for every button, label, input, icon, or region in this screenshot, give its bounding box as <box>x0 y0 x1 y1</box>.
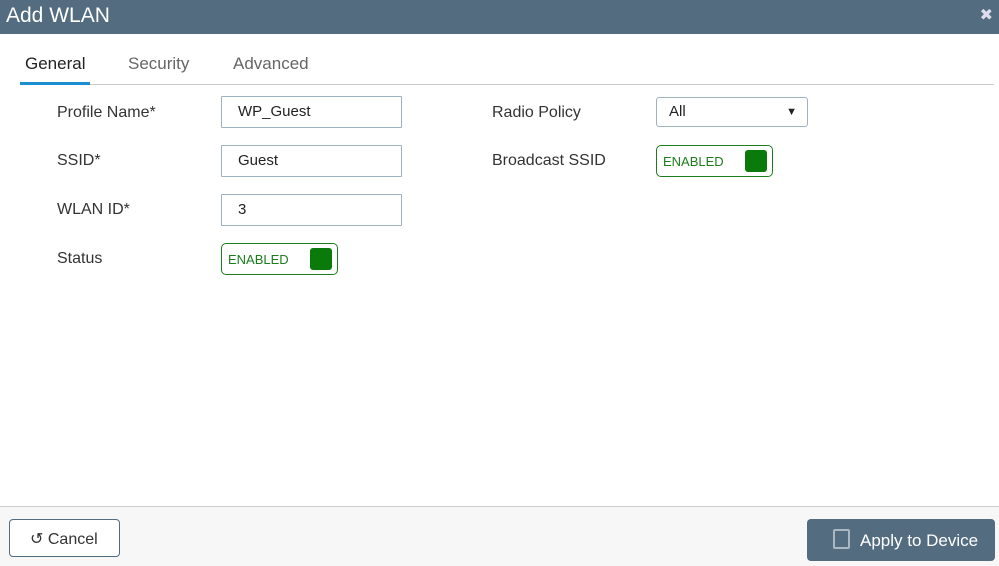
toggle-knob <box>745 150 767 172</box>
status-toggle-text: ENABLED <box>228 252 289 267</box>
chevron-down-icon: ▼ <box>786 106 797 118</box>
tab-advanced[interactable]: Advanced <box>233 54 309 74</box>
cancel-button[interactable]: ↺ Cancel <box>9 519 120 557</box>
status-label: Status <box>57 250 103 267</box>
toggle-knob <box>310 248 332 270</box>
radio-policy-label: Radio Policy <box>492 104 581 121</box>
wlan-id-input[interactable]: 3 <box>221 194 402 226</box>
profile-name-label: Profile Name* <box>57 104 156 121</box>
dialog-footer: ↺ Cancel Apply to Device <box>0 506 999 566</box>
status-toggle[interactable]: ENABLED <box>221 243 338 275</box>
close-icon[interactable]: ✖ <box>980 5 993 25</box>
dialog-title: Add WLAN <box>6 4 110 27</box>
broadcast-ssid-toggle[interactable]: ENABLED <box>656 145 773 177</box>
ssid-label: SSID* <box>57 152 101 169</box>
apply-to-device-button[interactable]: Apply to Device <box>807 519 995 561</box>
radio-policy-select[interactable]: All ▼ <box>656 97 808 127</box>
profile-name-input[interactable]: WP_Guest <box>221 96 402 128</box>
wlan-id-label: WLAN ID* <box>57 201 130 218</box>
broadcast-ssid-label: Broadcast SSID <box>492 152 606 169</box>
undo-icon: ↺ <box>30 531 44 548</box>
dialog-header: Add WLAN ✖ <box>0 0 999 34</box>
tab-general[interactable]: General <box>19 54 92 85</box>
radio-policy-value: All <box>669 103 686 120</box>
tab-bar: General Security Advanced <box>19 50 994 85</box>
apply-label: Apply to Device <box>860 531 979 550</box>
tab-security[interactable]: Security <box>128 54 189 74</box>
broadcast-ssid-toggle-text: ENABLED <box>663 154 724 169</box>
cancel-label: Cancel <box>47 531 98 548</box>
save-icon <box>833 529 850 549</box>
ssid-input[interactable]: Guest <box>221 145 402 177</box>
